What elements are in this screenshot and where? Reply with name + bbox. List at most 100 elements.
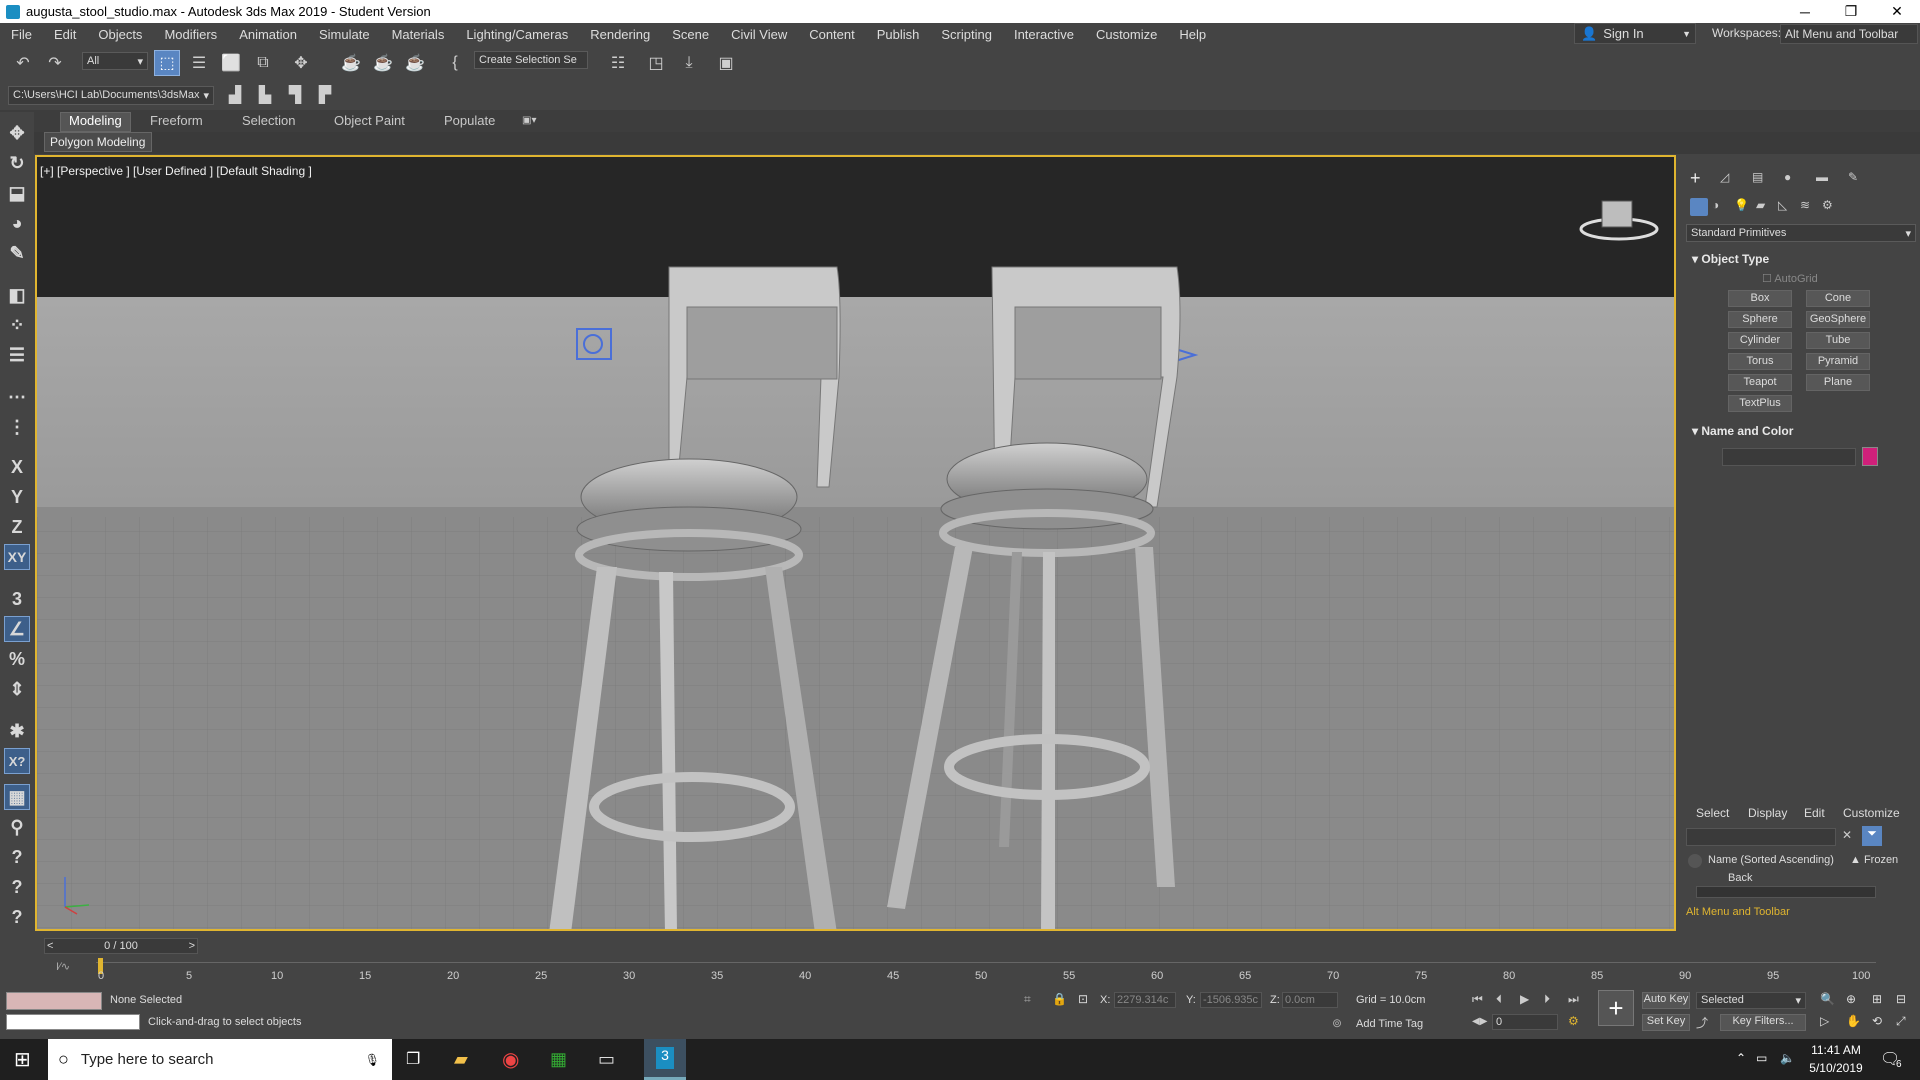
lock-selection-icon[interactable]: 🔒 bbox=[1052, 992, 1067, 1006]
next-key-icon[interactable]: ⏵ bbox=[1544, 992, 1550, 1007]
chrome-icon[interactable]: ◉ bbox=[502, 1047, 519, 1072]
menu-content[interactable]: Content bbox=[798, 27, 866, 42]
viewport-label[interactable]: [+] [Perspective ] [User Defined ] [Defa… bbox=[40, 164, 312, 178]
layer-explorer-icon[interactable]: ☷ bbox=[605, 50, 631, 76]
selection-filter-dropdown[interactable]: All ▾ bbox=[82, 52, 148, 70]
object-color-swatch[interactable] bbox=[1862, 447, 1878, 466]
axis-x-icon[interactable]: X bbox=[4, 454, 30, 480]
menu-publish[interactable]: Publish bbox=[866, 27, 931, 42]
key-filters-button[interactable]: Key Filters... bbox=[1720, 1014, 1806, 1031]
autogrid-checkbox[interactable]: ☐ AutoGrid bbox=[1762, 272, 1818, 285]
category-dropdown[interactable]: Standard Primitives ▾ bbox=[1686, 224, 1916, 242]
curve-editor-icon[interactable]: ◳ bbox=[643, 50, 669, 76]
key-mode-icon[interactable]: ◀▶ bbox=[1472, 1016, 1487, 1027]
export-icon[interactable]: ▜ bbox=[282, 82, 308, 108]
import-icon[interactable]: ▙ bbox=[252, 82, 278, 108]
axis-xy-icon[interactable]: XY bbox=[4, 544, 30, 570]
maxscript-listener[interactable] bbox=[6, 992, 102, 1010]
key-filter-icon[interactable]: ⤴ bbox=[1696, 1014, 1708, 1031]
display-tab-icon[interactable]: ▬ bbox=[1816, 170, 1828, 184]
mini-listener-input[interactable] bbox=[6, 1014, 140, 1030]
ribbon-options-icon[interactable]: ▣▾ bbox=[522, 115, 536, 126]
move-icon[interactable]: ✥ bbox=[4, 120, 30, 146]
explorer-tab-select[interactable]: Select bbox=[1696, 806, 1729, 820]
current-frame-spinner[interactable]: 0 bbox=[1492, 1014, 1558, 1030]
cone-button[interactable]: Cone bbox=[1806, 290, 1870, 307]
auto-key-button[interactable]: Auto Key bbox=[1642, 992, 1690, 1009]
explorer-mode-icon[interactable] bbox=[1688, 854, 1702, 868]
plane-button[interactable]: Plane bbox=[1806, 374, 1870, 391]
geometry-icon[interactable] bbox=[1690, 198, 1708, 216]
pyramid-button[interactable]: Pyramid bbox=[1806, 353, 1870, 370]
project-path-dropdown[interactable]: C:\Users\HCI Lab\Documents\3dsMax ▾ bbox=[8, 86, 214, 105]
menu-scripting[interactable]: Scripting bbox=[930, 27, 1003, 42]
mirror-icon[interactable]: ◧ bbox=[4, 282, 30, 308]
percent-snap-icon[interactable]: % bbox=[4, 646, 30, 672]
constraint-icon[interactable]: X? bbox=[4, 748, 30, 774]
rotate-icon[interactable]: ↻ bbox=[4, 150, 30, 176]
array-icon[interactable]: ⁘ bbox=[4, 312, 30, 338]
spinner-snap-icon[interactable]: ⇕ bbox=[4, 676, 30, 702]
snap-3d-icon[interactable]: 3 bbox=[4, 586, 30, 612]
clear-search-icon[interactable]: ✕ bbox=[1842, 828, 1852, 842]
explorer-search-input[interactable] bbox=[1686, 828, 1836, 846]
object-name-field[interactable] bbox=[1722, 448, 1856, 466]
tab-modeling[interactable]: Modeling bbox=[60, 112, 131, 132]
axis-y-icon[interactable]: Y bbox=[4, 484, 30, 510]
clock-time[interactable]: 11:41 AM bbox=[1806, 1043, 1866, 1057]
go-to-start-icon[interactable]: ⏮ bbox=[1472, 992, 1483, 1007]
menu-animation[interactable]: Animation bbox=[228, 27, 308, 42]
taskbar-search[interactable]: ○ Type here to search 🎙 bbox=[48, 1039, 392, 1080]
pan-icon[interactable]: ✋ bbox=[1846, 1014, 1861, 1028]
teapot-render-icon[interactable]: ☕ bbox=[338, 50, 364, 76]
menu-file[interactable]: File bbox=[0, 27, 43, 42]
paint-icon[interactable]: ✎ bbox=[4, 240, 30, 266]
minimize-button[interactable]: ─ bbox=[1782, 0, 1828, 23]
workspace-dropdown[interactable]: Alt Menu and Toolbar bbox=[1780, 24, 1918, 44]
menu-interactive[interactable]: Interactive bbox=[1003, 27, 1085, 42]
lights-icon[interactable]: 💡 bbox=[1734, 198, 1749, 212]
file-explorer-icon[interactable]: ▰ bbox=[454, 1049, 468, 1070]
undo-icon[interactable]: ↶ bbox=[10, 50, 36, 76]
explorer-scrollbar[interactable] bbox=[1696, 886, 1876, 898]
isolate-icon[interactable]: ⌗ bbox=[1024, 992, 1031, 1007]
column-name-header[interactable]: Name (Sorted Ascending) bbox=[1708, 854, 1834, 866]
modify-tab-icon[interactable]: ◿ bbox=[1720, 170, 1729, 184]
measure-icon[interactable]: ⋮ bbox=[4, 414, 30, 440]
set-key-big-button[interactable]: + bbox=[1598, 990, 1634, 1026]
absolute-mode-icon[interactable]: ⊡ bbox=[1078, 992, 1088, 1006]
select-by-name-icon[interactable]: ☰ bbox=[186, 50, 212, 76]
explorer-tab-display[interactable]: Display bbox=[1748, 806, 1787, 820]
y-coord-field[interactable]: -1506.935c bbox=[1200, 992, 1262, 1008]
menu-civil-view[interactable]: Civil View bbox=[720, 27, 798, 42]
column-frozen-header[interactable]: ▲ Frozen bbox=[1850, 854, 1898, 866]
redo-icon[interactable]: ↷ bbox=[42, 50, 68, 76]
geosphere-button[interactable]: GeoSphere bbox=[1806, 311, 1870, 328]
orbit-icon[interactable]: ⟲ bbox=[1872, 1014, 1882, 1028]
set-project-folder-icon[interactable]: ▟ bbox=[222, 82, 248, 108]
select-and-move-icon[interactable]: ✥ bbox=[288, 50, 314, 76]
tab-populate[interactable]: Populate bbox=[436, 113, 503, 128]
menu-scene[interactable]: Scene bbox=[661, 27, 720, 42]
go-to-end-icon[interactable]: ⏭ bbox=[1568, 992, 1579, 1007]
zoom-extents-icon[interactable]: ⊞ bbox=[1872, 992, 1882, 1006]
snap-grid-icon[interactable]: ⋯ bbox=[4, 384, 30, 410]
torus-button[interactable]: Torus bbox=[1728, 353, 1792, 370]
shapes-icon[interactable]: ◑ bbox=[1712, 198, 1719, 212]
z-coord-field[interactable]: 0.0cm bbox=[1282, 992, 1338, 1008]
maximize-viewport-icon[interactable]: ⤢ bbox=[1896, 1014, 1906, 1029]
rectangular-selection-icon[interactable]: ⬜ bbox=[218, 50, 244, 76]
cylinder-button[interactable]: Cylinder bbox=[1728, 332, 1792, 349]
menu-materials[interactable]: Materials bbox=[381, 27, 456, 42]
select-object-icon[interactable]: ⬚ bbox=[154, 50, 180, 76]
helper3-icon[interactable]: ? bbox=[4, 904, 30, 930]
menu-lighting-cameras[interactable]: Lighting/Cameras bbox=[455, 27, 579, 42]
spreadsheet-icon[interactable]: ▦ bbox=[550, 1049, 567, 1070]
clock-date[interactable]: 5/10/2019 bbox=[1806, 1061, 1866, 1075]
hierarchy-tab-icon[interactable]: ▤ bbox=[1752, 170, 1763, 184]
render-setup-icon[interactable]: ▣ bbox=[713, 50, 739, 76]
create-tab-icon[interactable]: + bbox=[1690, 168, 1701, 189]
spacewarps-icon[interactable]: ≋ bbox=[1800, 198, 1810, 212]
systems-icon[interactable]: ⚙ bbox=[1822, 198, 1833, 212]
track-bar[interactable] bbox=[96, 962, 1876, 963]
